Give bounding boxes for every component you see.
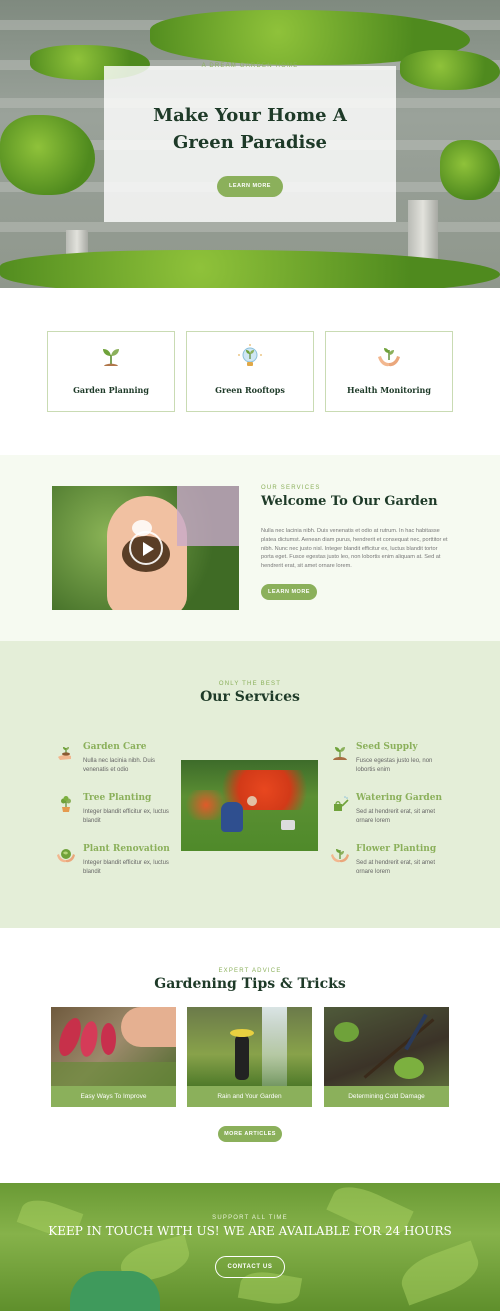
more-articles-button[interactable]: MORE ARTICLES (218, 1126, 282, 1142)
hands-plant-icon (378, 348, 400, 367)
welcome-title: Welcome To Our Garden (261, 494, 438, 509)
article-image (324, 1007, 449, 1086)
hands-sprout-icon (331, 849, 349, 863)
potted-tree-icon (61, 796, 71, 812)
play-video-button[interactable] (129, 531, 163, 565)
article-card[interactable]: Rain and Your Garden (187, 1007, 312, 1107)
hero-card: A DREAM GARDEN HOME Make Your Home A Gre… (104, 63, 396, 222)
service-title: Plant Renovation (83, 844, 170, 854)
services-title: Our Services (200, 689, 300, 705)
contact-title: KEEP IN TOUCH WITH US! WE ARE AVAILABLE … (48, 1224, 452, 1238)
welcome-section: OUR SERVICES Welcome To Our Garden Nulla… (0, 455, 500, 641)
article-image (51, 1007, 176, 1086)
sprout-icon (103, 349, 119, 366)
tips-title: Gardening Tips & Tricks (154, 976, 346, 992)
contact-section: SUPPORT ALL TIME KEEP IN TOUCH WITH US! … (0, 1183, 500, 1311)
article-caption: Determining Cold Damage (324, 1086, 449, 1107)
feature-label: Green Rooftops (215, 385, 285, 395)
hero-section: A DREAM GARDEN HOME Make Your Home A Gre… (0, 0, 500, 288)
welcome-learn-more-button[interactable]: LEARN MORE (261, 584, 317, 600)
watering-hand-icon (58, 747, 71, 760)
service-text: Fusce egestas justo leo, non lobortis en… (356, 758, 433, 773)
lightbulb-plant-icon (238, 344, 262, 366)
hero-eyebrow: A DREAM GARDEN HOME (201, 63, 299, 69)
service-text: Sed at hendrerit erat, sit amet ornare l… (356, 809, 436, 824)
hands-globe-icon (57, 849, 75, 863)
tips-eyebrow: EXPERT ADVICE (218, 968, 282, 974)
article-card[interactable]: Easy Ways To Improve (51, 1007, 176, 1107)
feature-label: Garden Planning (73, 385, 149, 395)
article-caption: Easy Ways To Improve (51, 1086, 176, 1107)
services-section: ONLY THE BEST Our Services Garden Care N… (0, 641, 500, 928)
welcome-eyebrow: OUR SERVICES (261, 485, 321, 491)
service-title: Watering Garden (356, 793, 442, 803)
article-image (187, 1007, 312, 1086)
watering-can-icon (334, 796, 349, 811)
hero-learn-more-button[interactable]: LEARN MORE (217, 176, 283, 197)
service-title: Garden Care (83, 742, 147, 752)
service-text: Nulla nec lacinia nibh. Duis venenatis e… (83, 758, 156, 773)
service-text: Sed at hendrerit erat, sit amet ornare l… (356, 860, 436, 875)
service-title: Flower Planting (356, 844, 437, 854)
services-eyebrow: ONLY THE BEST (218, 681, 282, 687)
seedling-soil-icon (333, 747, 347, 760)
article-caption: Rain and Your Garden (187, 1086, 312, 1107)
service-title: Seed Supply (356, 742, 418, 752)
services-image (181, 760, 318, 851)
feature-green-rooftops[interactable]: Green Rooftops (186, 331, 314, 412)
feature-health-monitoring[interactable]: Health Monitoring (325, 331, 453, 412)
feature-garden-planning[interactable]: Garden Planning (47, 331, 175, 412)
service-text: Integer blandit efficitur ex, luctus bla… (83, 860, 169, 875)
service-title: Tree Planting (83, 793, 152, 803)
contact-us-button[interactable]: CONTACT US (215, 1256, 285, 1278)
welcome-body: Nulla nec lacinia nibh. Duis venenatis e… (261, 528, 448, 570)
welcome-video-thumbnail[interactable] (52, 486, 239, 610)
service-text: Integer blandit efficitur ex, luctus bla… (83, 809, 169, 824)
hero-title: Make Your Home A Green Paradise (153, 105, 347, 153)
contact-eyebrow: SUPPORT ALL TIME (212, 1215, 288, 1221)
article-card[interactable]: Determining Cold Damage (324, 1007, 449, 1107)
glove-hand-image (70, 1271, 160, 1311)
feature-label: Health Monitoring (347, 385, 431, 395)
